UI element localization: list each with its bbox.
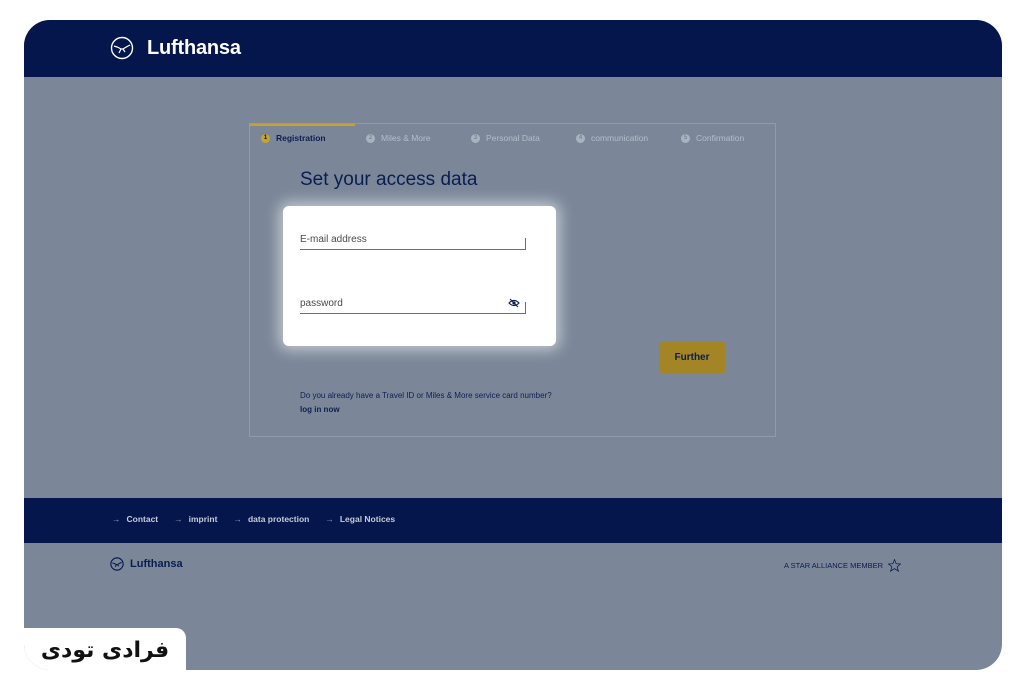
crane-logo-icon [110, 36, 134, 60]
footer-bar: → Contact → imprint → data protection → Lega… [24, 498, 1002, 543]
app-window: Lufthansa 1 Registration 2 Miles & More … [24, 20, 1002, 670]
arrow-right-icon: → [112, 514, 121, 524]
step-number: 3 [471, 133, 480, 143]
footer-brand[interactable]: Lufthansa [110, 557, 183, 571]
watermark-logo: فرادی تودی [41, 638, 169, 663]
svg-text:فرادی تودی: فرادی تودی [41, 638, 169, 663]
step-number: 2 [366, 133, 375, 143]
footer-link-imprint[interactable]: → imprint [174, 514, 217, 524]
star-alliance-badge: A STAR ALLIANCE MEMBER [784, 559, 902, 572]
footer-link-legal-notices[interactable]: → Legal Notices [325, 514, 395, 524]
step-label: Miles & More [381, 133, 431, 143]
email-placeholder: E-mail address [300, 234, 367, 245]
arrow-right-icon: → [174, 514, 183, 524]
page-title: Set your access data [300, 169, 478, 190]
password-field[interactable]: password [300, 294, 526, 314]
crane-logo-icon [110, 557, 124, 571]
footer-brand-name: Lufthansa [130, 558, 183, 570]
footer-link-label: imprint [188, 514, 218, 524]
step-miles-more: 2 Miles & More [355, 124, 460, 150]
access-data-panel: E-mail address password [283, 206, 556, 346]
step-label: Confirmation [696, 133, 745, 143]
step-label: Personal Data [486, 133, 540, 143]
step-label: communication [591, 133, 649, 143]
footer-link-label: Contact [126, 514, 159, 524]
travel-id-question: Do you already have a Travel ID or Miles… [300, 391, 552, 400]
footer-link-contact[interactable]: → Contact [112, 514, 158, 524]
step-number: 1 [261, 133, 270, 143]
further-button[interactable]: Further [659, 342, 725, 373]
step-number: 5 [681, 133, 690, 143]
arrow-right-icon: → [233, 514, 242, 524]
login-now-link[interactable]: log in now [300, 405, 340, 414]
star-alliance-text: A STAR ALLIANCE MEMBER [784, 561, 884, 570]
watermark: فرادی تودی [24, 628, 186, 670]
footer-link-label: data protection [247, 514, 310, 524]
step-label: Registration [276, 133, 326, 143]
step-number: 4 [576, 133, 585, 143]
hide-password-icon[interactable] [508, 298, 520, 308]
step-personal-data: 3 Personal Data [460, 124, 565, 150]
footer-link-data-protection[interactable]: → data protection [233, 514, 309, 524]
brand-name: Lufthansa [147, 36, 241, 59]
password-placeholder: password [300, 298, 343, 309]
footer-link-label: Legal Notices [339, 514, 396, 524]
footer-links: → Contact → imprint → data protection → Lega… [112, 514, 411, 524]
step-registration: 1 Registration [250, 124, 355, 150]
step-communication: 4 communication [565, 124, 670, 150]
header-brand[interactable]: Lufthansa [110, 36, 241, 60]
arrow-right-icon: → [325, 514, 334, 524]
progress-steps: 1 Registration 2 Miles & More 3 Personal… [250, 124, 775, 150]
star-alliance-icon [888, 559, 902, 572]
header-bar: Lufthansa [24, 20, 1002, 77]
step-confirmation: 5 Confirmation [670, 124, 775, 150]
email-field[interactable]: E-mail address [300, 230, 526, 250]
